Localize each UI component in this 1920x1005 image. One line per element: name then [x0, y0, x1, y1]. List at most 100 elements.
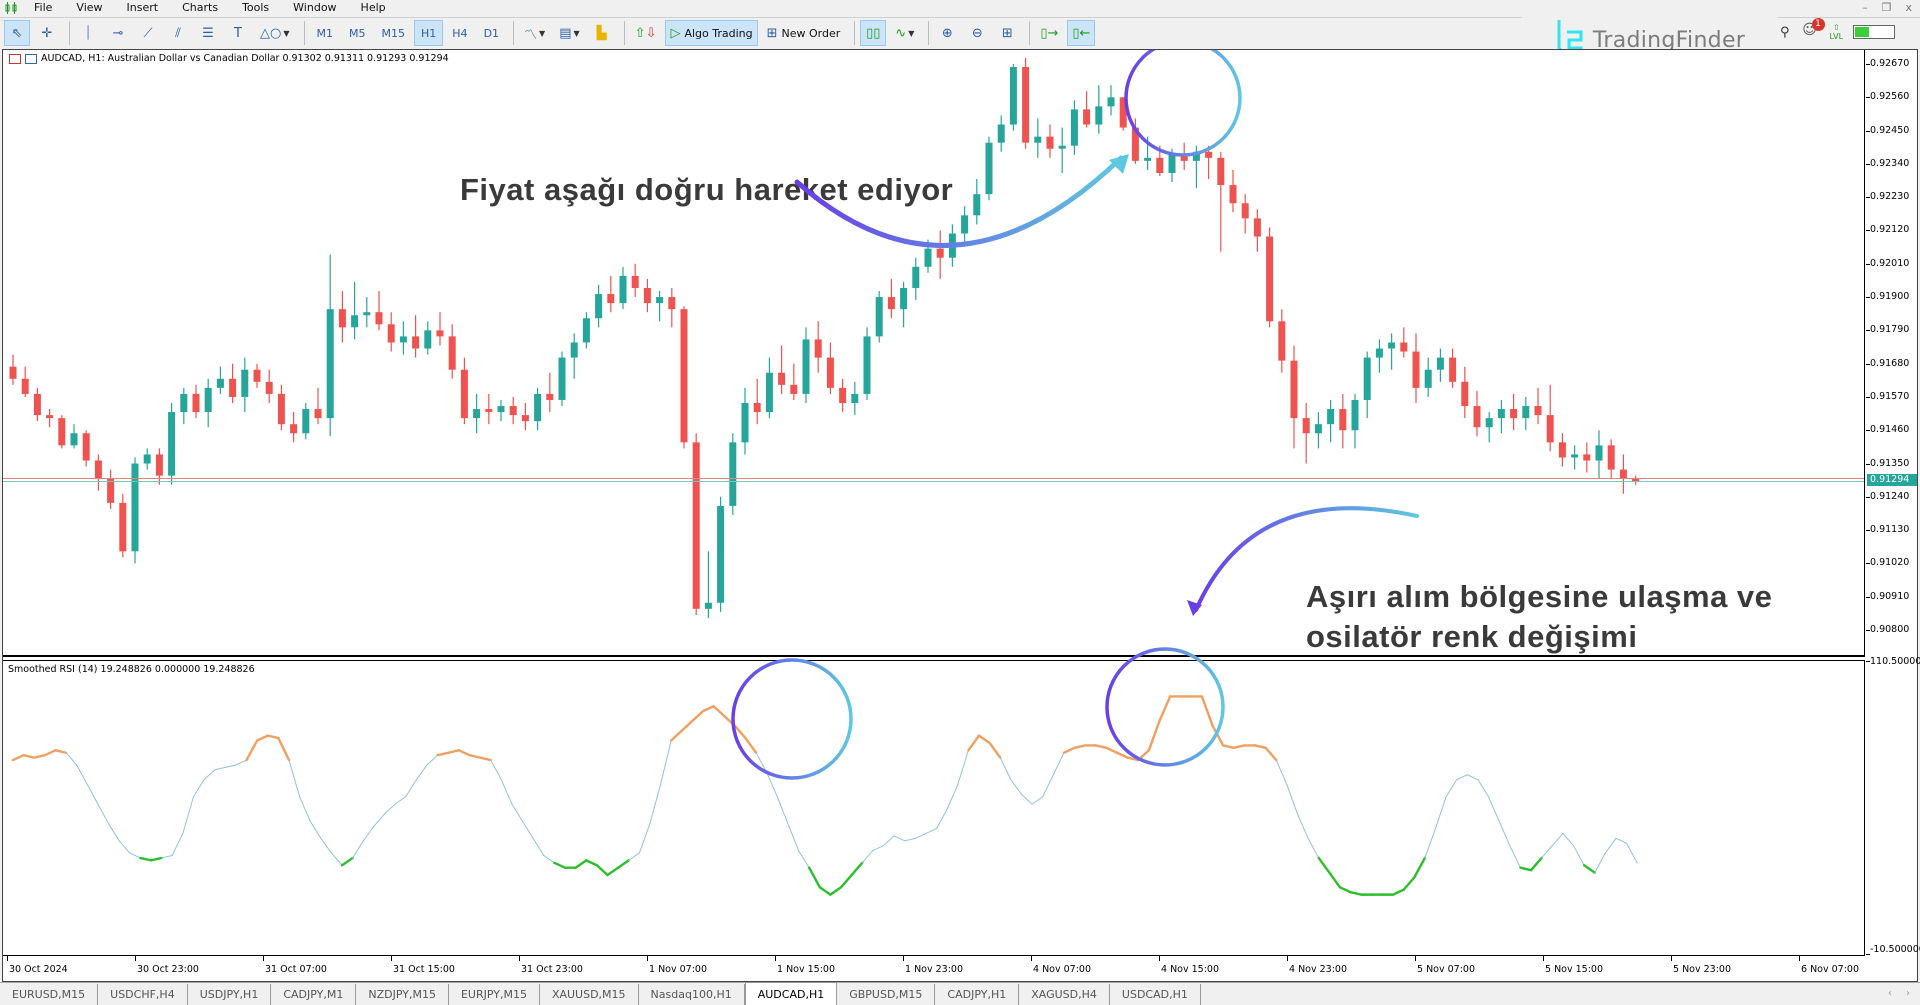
time-axis-label: 31 Oct 07:00	[265, 964, 327, 975]
candle	[326, 254, 334, 437]
rsi-segment	[1158, 695, 1172, 723]
rsi-segment	[1402, 876, 1416, 891]
candle-body	[1253, 218, 1261, 237]
tab-eurjpy-m15[interactable]: EURJPY,M15	[449, 984, 540, 1005]
menu-tools[interactable]: Tools	[230, 0, 281, 15]
tab-cadjpy-m1[interactable]: CADJPY,M1	[271, 984, 357, 1005]
rsi-axis[interactable]: 110.500000 -10.500000	[1866, 656, 1920, 956]
tile-windows-button[interactable]: ⊞	[994, 20, 1020, 46]
time-axis-label: 1 Nov 07:00	[649, 964, 708, 975]
menu-charts[interactable]: Charts	[170, 0, 230, 15]
candle	[168, 402, 176, 485]
rsi-segment	[1445, 779, 1458, 798]
candle	[1510, 393, 1518, 431]
autoscroll-button[interactable]: ▯→	[1035, 20, 1063, 46]
fibonacci-button[interactable]: ☰	[195, 20, 221, 46]
tab-cadjpy-h1[interactable]: CADJPY,H1	[935, 984, 1020, 1005]
candle-body	[1522, 406, 1530, 419]
templates-button[interactable]: ▤ ▼	[554, 20, 584, 46]
tab-usdcad-h1[interactable]: USDCAD,H1	[1110, 984, 1201, 1005]
tab-eurusd-m15[interactable]: EURUSD,M15	[0, 984, 99, 1005]
minimize-icon[interactable]: –	[1862, 0, 1868, 15]
tab-xauusd-m15[interactable]: XAUUSD,M15	[540, 984, 639, 1005]
rsi-segment	[1307, 837, 1320, 859]
candle-body	[948, 233, 956, 258]
chart-menu-icon[interactable]	[9, 53, 21, 64]
shapes-button[interactable]: △○ ▼	[255, 20, 295, 46]
horizontal-line-button[interactable]: ⊸	[105, 20, 131, 46]
price-axis[interactable]: 0.92670 0.92560 0.92450 0.92340 0.92230 0.921…	[1866, 50, 1919, 657]
timeframe-d1[interactable]: D1	[477, 20, 506, 46]
algo-trading-button[interactable]: ▷ Algo Trading	[665, 20, 758, 46]
time-axis[interactable]: 30 Oct 2024 30 Oct 23:00 31 Oct 07:00 31 Oc…	[3, 956, 1865, 982]
indicators-button[interactable]: 〽 ▼	[519, 20, 550, 46]
smoothed-rsi-pane[interactable]: Smoothed RSI (14) 19.248826 0.000000 19.…	[3, 660, 1865, 956]
channel-button[interactable]: ⫽	[165, 20, 191, 46]
rsi-segment	[893, 835, 906, 842]
candle-body	[338, 309, 346, 328]
candle-body	[1412, 351, 1420, 388]
scroll-left-icon[interactable]: ‹	[1888, 988, 1892, 999]
notifications-button[interactable]: ☺ 1	[1800, 18, 1825, 42]
scroll-right-icon[interactable]: ›	[1906, 988, 1910, 999]
menu-file[interactable]: File	[22, 0, 64, 15]
chart-shift-button[interactable]: ▯←	[1067, 20, 1096, 46]
candle	[436, 312, 444, 346]
candlestick-chart-button[interactable]: ▯▯	[860, 20, 887, 46]
vertical-line-button[interactable]: ⏐	[75, 20, 101, 46]
tab-gbpusd-m15[interactable]: GBPUSD,M15	[837, 984, 936, 1005]
candle	[1534, 387, 1542, 425]
tab-xagusd-h4[interactable]: XAGUSD,H4	[1019, 984, 1110, 1005]
zoom-in-button[interactable]: ⊕	[934, 20, 960, 46]
close-icon[interactable]: x	[1905, 0, 1912, 15]
level-indicator: ⇧ LVL	[1830, 23, 1844, 41]
menu-view[interactable]: View	[64, 0, 114, 15]
menu-insert[interactable]: Insert	[115, 0, 171, 15]
chart-properties-icon[interactable]	[25, 53, 37, 64]
search-icon[interactable]: ⚲	[1780, 25, 1790, 40]
trendline-button[interactable]: ⟋	[135, 20, 161, 46]
zoom-out-button[interactable]: ⊖	[964, 20, 990, 46]
rsi-segment	[1509, 845, 1521, 869]
tab-nzdjpy-m15[interactable]: NZDJPY,M15	[356, 984, 449, 1005]
rsi-segment	[712, 705, 726, 718]
timeframe-m1[interactable]: M1	[310, 20, 341, 46]
timeframe-h4[interactable]: H4	[445, 20, 474, 46]
candle-body	[1034, 136, 1042, 143]
price-annotation: Fiyat aşağı doğru hareket ediyor	[460, 172, 954, 207]
new-order-button[interactable]: ⊞ New Order	[762, 20, 846, 46]
tab-audcad-h1[interactable]: AUDCAD,H1	[744, 982, 838, 1005]
rsi-segment	[86, 784, 99, 805]
menu-help[interactable]: Help	[349, 0, 398, 15]
cursor-tool-button[interactable]: ⇖	[4, 20, 30, 46]
line-chart-button[interactable]: ∿ ▼	[890, 20, 919, 46]
restore-icon[interactable]: ❐	[1882, 0, 1892, 15]
candle-body	[1363, 357, 1371, 400]
rsi-segment	[1551, 832, 1564, 847]
status-tools: ⚲ ☺ 1 ⇧ LVL	[1780, 18, 1896, 42]
menu-window[interactable]: Window	[281, 0, 348, 15]
rsi-segment	[340, 856, 354, 867]
timeframe-m5[interactable]: M5	[342, 20, 373, 46]
candle	[582, 312, 590, 349]
candle-body	[802, 339, 810, 394]
timeframe-m15[interactable]: M15	[375, 20, 413, 46]
candle-body	[1485, 418, 1493, 428]
candle	[802, 327, 810, 403]
timeframe-h1[interactable]: H1	[414, 20, 444, 46]
candle	[619, 266, 627, 310]
price-chart-pane[interactable]: AUDCAD, H1: Australian Dollar vs Canadia…	[3, 50, 1865, 657]
profiles-button[interactable]: ▙	[589, 20, 615, 46]
crosshair-tool-button[interactable]: ✛	[34, 20, 60, 46]
chart-symbol-info: AUDCAD, H1: Australian Dollar vs Canadia…	[41, 53, 449, 64]
tab-usdchf-h4[interactable]: USDCHF,H4	[98, 984, 188, 1005]
tab-usdjpy-h1[interactable]: USDJPY,H1	[188, 984, 272, 1005]
candle-body	[790, 384, 798, 394]
tab-scroll: ‹ ›	[1888, 988, 1910, 999]
one-click-trading-button[interactable]: ⇧⇩	[630, 20, 662, 46]
tab-nasdaq100-h1[interactable]: Nasdaq100,H1	[639, 984, 745, 1005]
text-button[interactable]: T	[225, 20, 251, 46]
candle-body	[1290, 360, 1298, 419]
candle-body	[1009, 67, 1017, 125]
candle-body	[839, 387, 847, 403]
